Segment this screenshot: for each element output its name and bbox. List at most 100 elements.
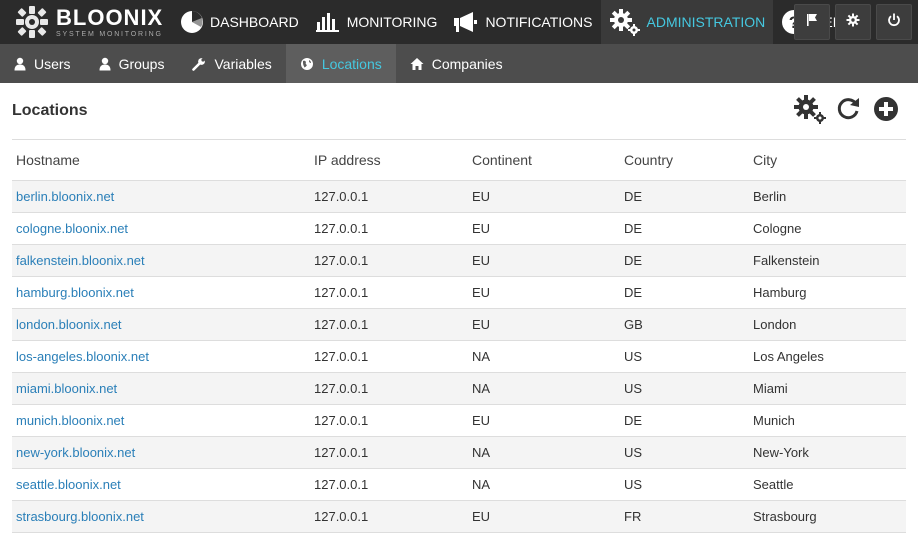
continent-cell: EU [468,276,620,309]
city-cell: Cologne [749,212,906,245]
country-cell: GB [620,308,749,341]
nav-administration[interactable]: ADMINISTRATION [600,0,774,44]
hostname-cell[interactable]: strasbourg.bloonix.net [12,500,310,533]
main-content: Locations Hostname IP address Continent … [0,83,918,533]
city-cell: Miami [749,372,906,405]
continent-cell: NA [468,372,620,405]
ip-cell: 127.0.0.1 [310,308,468,341]
subnav-label: Groups [118,55,165,72]
country-cell: FR [620,500,749,533]
flag-button[interactable] [794,4,830,40]
column-header-hostname[interactable]: Hostname [12,140,310,181]
subnav-label: Companies [431,55,503,72]
table-row[interactable]: los-angeles.bloonix.net 127.0.0.1 NA US … [12,340,906,373]
globe-icon [300,57,314,71]
hostname-cell[interactable]: berlin.bloonix.net [12,180,310,213]
flag-icon [805,13,819,32]
subnav-label: Variables [214,55,272,72]
page-actions [794,94,906,127]
refresh-button[interactable] [832,95,864,127]
table-header-row: Hostname IP address Continent Country Ci… [12,140,906,181]
table-row[interactable]: london.bloonix.net 127.0.0.1 EU GB Londo… [12,308,906,341]
plus-circle-icon [873,96,899,127]
continent-cell: EU [468,180,620,213]
hostname-cell[interactable]: munich.bloonix.net [12,404,310,437]
hostname-cell[interactable]: hamburg.bloonix.net [12,276,310,309]
continent-cell: NA [468,468,620,501]
country-cell: DE [620,404,749,437]
nav-label: ADMINISTRATION [646,14,766,30]
add-location-button[interactable] [870,95,902,127]
subnav-label: Users [34,55,71,72]
page-title: Locations [12,102,88,119]
subnav-companies[interactable]: Companies [396,44,517,83]
continent-cell: NA [468,340,620,373]
table-row[interactable]: berlin.bloonix.net 127.0.0.1 EU DE Berli… [12,180,906,213]
locations-table: Hostname IP address Continent Country Ci… [12,140,906,533]
table-row[interactable]: new-york.bloonix.net 127.0.0.1 NA US New… [12,436,906,469]
table-row[interactable]: strasbourg.bloonix.net 127.0.0.1 EU FR S… [12,500,906,533]
home-icon [410,57,424,71]
hostname-cell[interactable]: cologne.bloonix.net [12,212,310,245]
ip-cell: 127.0.0.1 [310,468,468,501]
subnav-variables[interactable]: Variables [178,44,285,83]
settings-action-button[interactable] [794,94,826,127]
country-cell: US [620,372,749,405]
hostname-link[interactable]: seattle.bloonix.net [16,477,121,492]
column-header-ip[interactable]: IP address [310,140,468,181]
country-cell: DE [620,244,749,277]
country-cell: US [620,468,749,501]
column-header-city[interactable]: City [749,140,906,181]
table-row[interactable]: miami.bloonix.net 127.0.0.1 NA US Miami [12,372,906,405]
subnav-groups[interactable]: Groups [85,44,179,83]
brand-name: BLOONIX [56,4,164,30]
ip-cell: 127.0.0.1 [310,276,468,309]
nav-notifications[interactable]: NOTIFICATIONS [445,0,600,44]
hostname-cell[interactable]: seattle.bloonix.net [12,468,310,501]
gears-icon [609,8,641,36]
ip-cell: 127.0.0.1 [310,340,468,373]
column-header-continent[interactable]: Continent [468,140,620,181]
nav-monitoring[interactable]: MONITORING [307,0,446,44]
country-cell: DE [620,180,749,213]
table-row[interactable]: seattle.bloonix.net 127.0.0.1 NA US Seat… [12,468,906,501]
megaphone-icon [453,11,479,33]
continent-cell: EU [468,404,620,437]
hostname-link[interactable]: strasbourg.bloonix.net [16,509,144,524]
hostname-link[interactable]: munich.bloonix.net [16,413,124,428]
hostname-link[interactable]: los-angeles.bloonix.net [16,349,149,364]
ip-cell: 127.0.0.1 [310,180,468,213]
city-cell: Los Angeles [749,340,906,373]
brand-tagline: SYSTEM MONITORING [56,30,163,38]
nav-dashboard[interactable]: DASHBOARD [172,0,307,44]
settings-button[interactable] [835,4,871,40]
hostname-link[interactable]: london.bloonix.net [16,317,122,332]
hostname-link[interactable]: new-york.bloonix.net [16,445,135,460]
table-row[interactable]: falkenstein.bloonix.net 127.0.0.1 EU DE … [12,244,906,277]
column-header-country[interactable]: Country [620,140,749,181]
hostname-link[interactable]: hamburg.bloonix.net [16,285,134,300]
continent-cell: EU [468,244,620,277]
hostname-cell[interactable]: los-angeles.bloonix.net [12,340,310,373]
bloonix-logo-icon [14,4,50,40]
hostname-link[interactable]: miami.bloonix.net [16,381,117,396]
country-cell: US [620,340,749,373]
hostname-cell[interactable]: miami.bloonix.net [12,372,310,405]
hostname-link[interactable]: berlin.bloonix.net [16,189,114,204]
hostname-cell[interactable]: london.bloonix.net [12,308,310,341]
table-row[interactable]: munich.bloonix.net 127.0.0.1 EU DE Munic… [12,404,906,437]
subnav-users[interactable]: Users [0,44,85,83]
subnav-locations[interactable]: Locations [285,44,396,83]
hostname-link[interactable]: cologne.bloonix.net [16,221,128,236]
logout-button[interactable] [876,4,912,40]
continent-cell: EU [468,500,620,533]
country-cell: DE [620,276,749,309]
table-row[interactable]: cologne.bloonix.net 127.0.0.1 EU DE Colo… [12,212,906,245]
continent-cell: EU [468,308,620,341]
hostname-cell[interactable]: new-york.bloonix.net [12,436,310,469]
hostname-cell[interactable]: falkenstein.bloonix.net [12,244,310,277]
brand-logo[interactable]: BLOONIX SYSTEM MONITORING [0,4,172,40]
table-row[interactable]: hamburg.bloonix.net 127.0.0.1 EU DE Hamb… [12,276,906,309]
city-cell: London [749,308,906,341]
hostname-link[interactable]: falkenstein.bloonix.net [16,253,145,268]
